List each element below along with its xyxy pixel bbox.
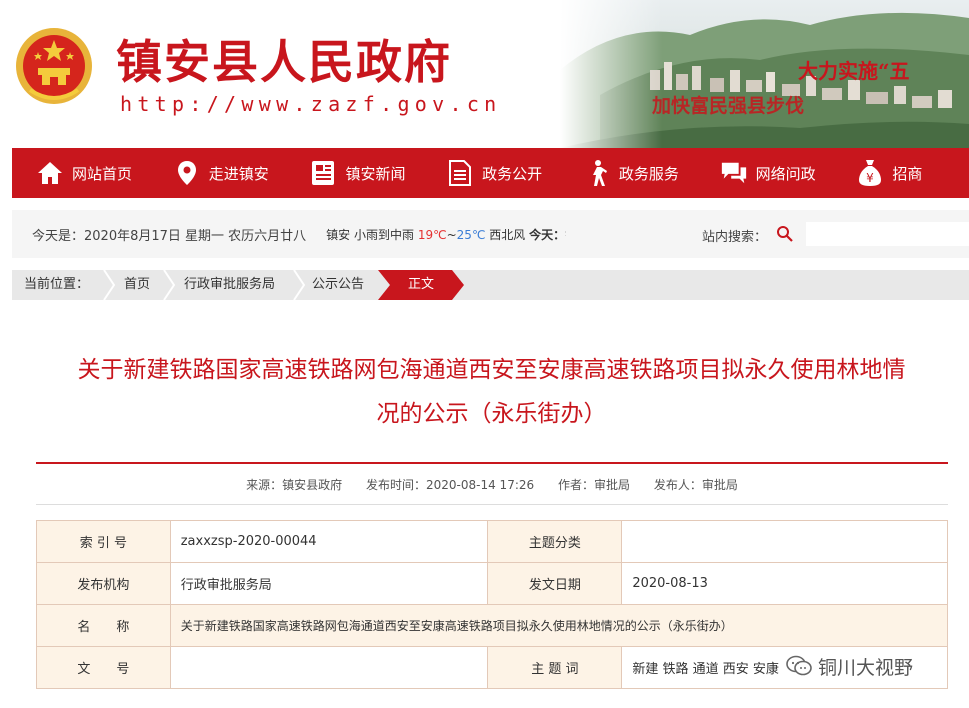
- docno-value: [169, 646, 489, 689]
- name-label: 名 称: [36, 604, 171, 647]
- today-date: 今天是：2020年8月17日 星期一 农历六月廿八: [32, 228, 307, 244]
- nav-item-investment[interactable]: ¥ 招商: [832, 148, 969, 198]
- breadcrumb: 当前位置： 首页 行政审批服务局 公示公告 正文: [12, 270, 969, 300]
- nav-label: 网络问政: [755, 164, 816, 183]
- breadcrumb-separator: [103, 270, 116, 300]
- search-input[interactable]: [806, 222, 969, 246]
- breadcrumb-active-arrow: [452, 270, 464, 300]
- weather-desc: 小雨到中雨: [354, 227, 415, 242]
- banner-slogan-2: 加快富民强县步伐: [651, 94, 804, 117]
- table-row: 发布机构 行政审批服务局 发文日期 2020-08-13: [36, 562, 948, 605]
- meta-source: 来源：镇安县政府: [246, 478, 343, 492]
- date-value: 2020-08-13: [621, 562, 948, 605]
- nav-item-about[interactable]: 走进镇安: [149, 148, 286, 198]
- breadcrumb-separator: [293, 270, 306, 300]
- weather-tail: 镇: [565, 228, 566, 242]
- keyword-label: 主 题 词: [487, 646, 623, 689]
- topic-value: [621, 520, 948, 563]
- chat-bubbles-icon: [720, 159, 748, 187]
- nav-label: 政务服务: [618, 164, 679, 183]
- index-label: 索 引 号: [36, 520, 171, 563]
- nav-item-services[interactable]: 政务服务: [559, 148, 696, 198]
- weather-ticker: 镇安 小雨到中雨 19℃~25℃ 西北风 今天：镇: [326, 226, 566, 243]
- article-meta: 来源：镇安县政府 发布时间：2020-08-14 17:26 作者：审批局 发布…: [36, 476, 948, 493]
- banner-slogan-1: 大力实施“五: [798, 59, 910, 83]
- site-url[interactable]: http://www.zazf.gov.cn: [120, 92, 502, 116]
- weather-sep: ~: [446, 227, 457, 242]
- header-banner: 大力实施“五 加快富民强县步伐 镇安县人民政府 http://www.zazf.…: [0, 0, 969, 148]
- docno-label: 文 号: [36, 646, 171, 689]
- info-bar: 今天是：2020年8月17日 星期一 农历六月廿八 镇安 小雨到中雨 19℃~2…: [12, 210, 969, 258]
- table-row: 索 引 号 zaxxzsp-2020-00044 主题分类: [36, 520, 948, 563]
- index-value: zaxxzsp-2020-00044: [169, 520, 489, 563]
- meta-publisher: 发布人：审批局: [653, 478, 738, 492]
- search-label: 站内搜索：: [702, 230, 768, 245]
- main-navbar: 网站首页 走进镇安 镇安新闻 政务公开 政务服务 网络问政 ¥ 招商: [12, 148, 969, 198]
- topic-label: 主题分类: [487, 520, 623, 563]
- article-title-line2: 况的公示（永乐街办）: [376, 401, 607, 427]
- article-title: 关于新建铁路国家高速铁路网包海通道西安至安康高速铁路项目拟永久使用林地情 况的公…: [14, 348, 969, 436]
- city-landscape-image: 大力实施“五 加快富民强县步伐: [560, 0, 969, 148]
- breadcrumb-active-notch: [378, 270, 390, 300]
- breadcrumb-item-current: 正文: [390, 270, 452, 300]
- article-title-line1: 关于新建铁路国家高速铁路网包海通道西安至安康高速铁路项目拟永久使用林地情: [77, 357, 906, 383]
- weather-city: 镇安: [326, 227, 351, 242]
- person-walking-icon: [583, 159, 611, 187]
- site-name: 镇安县人民政府: [116, 35, 452, 89]
- nav-label: 政务公开: [482, 164, 543, 183]
- money-bag-icon: ¥: [856, 159, 884, 187]
- nav-item-gov-info[interactable]: 政务公开: [422, 148, 559, 198]
- breadcrumb-item-notices[interactable]: 公示公告: [312, 270, 364, 300]
- nav-label: 招商: [892, 164, 923, 183]
- org-value: 行政审批服务局: [169, 562, 489, 605]
- newspaper-icon: [309, 159, 337, 187]
- document-icon: [446, 159, 474, 187]
- nav-item-online-inquiry[interactable]: 网络问政: [696, 148, 833, 198]
- breadcrumb-separator: [163, 270, 176, 300]
- nav-label: 网站首页: [72, 164, 133, 183]
- meta-time: 发布时间：2020-08-14 17:26: [366, 478, 535, 492]
- nav-label: 走进镇安: [208, 164, 269, 183]
- table-row: 名 称 关于新建铁路国家高速铁路网包海通道西安至安康高速铁路项目拟永久使用林地情…: [36, 604, 949, 647]
- weather-today: 今天：: [529, 227, 566, 242]
- nav-label: 镇安新闻: [345, 164, 406, 183]
- date-label: 发文日期: [487, 562, 623, 605]
- weather-high: 19℃: [417, 227, 447, 242]
- wechat-logo-icon: [786, 655, 812, 676]
- weather-wind: 西北风: [489, 227, 526, 242]
- national-emblem-icon: [16, 28, 92, 104]
- meta-divider: [36, 504, 948, 505]
- wechat-watermark: 铜川大视野: [782, 652, 918, 680]
- nav-item-home[interactable]: 网站首页: [12, 148, 149, 198]
- breadcrumb-item-dept[interactable]: 行政审批服务局: [184, 270, 275, 300]
- location-pin-icon: [173, 159, 201, 187]
- nav-item-news[interactable]: 镇安新闻: [285, 148, 422, 198]
- svg-text:¥: ¥: [866, 171, 874, 185]
- breadcrumb-label: 当前位置：: [24, 277, 90, 292]
- breadcrumb-item-home[interactable]: 首页: [124, 270, 150, 300]
- meta-author: 作者：审批局: [557, 478, 630, 492]
- watermark-text: 铜川大视野: [818, 656, 914, 679]
- org-label: 发布机构: [36, 562, 171, 605]
- name-value: 关于新建铁路国家高速铁路网包海通道西安至安康高速铁路项目拟永久使用林地情况的公示…: [169, 604, 949, 647]
- weather-low: 25℃: [456, 227, 486, 242]
- search-icon[interactable]: [776, 225, 794, 243]
- home-icon: [36, 159, 64, 187]
- title-divider: [36, 462, 948, 464]
